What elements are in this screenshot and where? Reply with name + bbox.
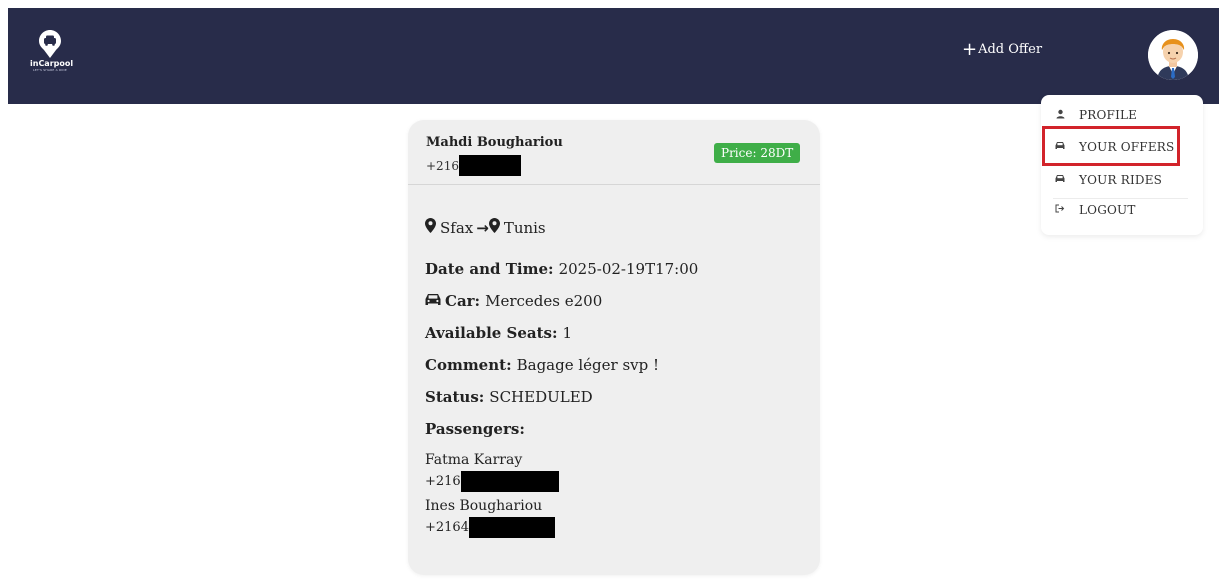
comment-row: Comment: Bagage léger svp ! <box>425 356 659 374</box>
driver-phone-prefix: +216 <box>426 158 459 173</box>
car-label: Car: <box>445 292 481 310</box>
status-label: Status: <box>425 388 485 406</box>
car-icon <box>1053 174 1067 186</box>
datetime-label: Date and Time: <box>425 260 554 278</box>
passenger-phone: +216 <box>425 471 559 492</box>
brand-name: inCarpool <box>30 59 74 68</box>
datetime-value: 2025-02-19T17:00 <box>558 260 699 278</box>
comment-label: Comment: <box>425 356 512 374</box>
passenger-name: Ines Boughariou <box>425 498 543 514</box>
datetime-row: Date and Time: 2025-02-19T17:00 <box>425 260 698 278</box>
passengers-heading: Passengers: <box>425 420 530 438</box>
price-badge[interactable]: Price: 28DT <box>714 143 801 163</box>
arrow-right-icon: → <box>476 218 489 237</box>
add-offer-link[interactable]: + Add Offer <box>962 38 1043 60</box>
redacted-block <box>468 517 555 538</box>
status-row: Status: SCHEDULED <box>425 388 593 406</box>
brand-logo[interactable]: inCarpool LET'S SHARE A RIDE <box>30 30 74 72</box>
card-divider <box>408 184 820 185</box>
status-value: SCHEDULED <box>489 388 593 406</box>
user-avatar[interactable] <box>1148 30 1198 80</box>
user-icon <box>1053 109 1067 122</box>
menu-item-label: PROFILE <box>1079 108 1138 122</box>
route-from: Sfax <box>440 218 474 237</box>
passenger-phone-prefix: +216 <box>425 474 461 489</box>
car-value: Mercedes e200 <box>485 292 603 310</box>
car-icon <box>425 292 441 310</box>
car-pin-logo-icon <box>39 30 61 58</box>
passengers-label: Passengers: <box>425 420 525 438</box>
menu-item-label: YOUR OFFERS <box>1079 140 1175 154</box>
menu-item-label: YOUR RIDES <box>1079 173 1163 187</box>
plus-icon: + <box>962 38 978 60</box>
menu-item-logout[interactable]: LOGOUT <box>1053 198 1136 222</box>
seats-row: Available Seats: 1 <box>425 324 572 342</box>
add-offer-label: Add Offer <box>978 42 1043 57</box>
avatar-icon <box>1148 30 1198 80</box>
redacted-block <box>460 471 559 492</box>
comment-value: Bagage léger svp ! <box>516 356 660 374</box>
menu-item-your-rides[interactable]: YOUR RIDES <box>1053 168 1162 192</box>
driver-phone: +216 <box>426 155 521 176</box>
map-pin-icon <box>425 218 436 237</box>
menu-item-profile[interactable]: PROFILE <box>1053 103 1137 127</box>
route-to: Tunis <box>503 218 546 237</box>
route-row: Sfax → Tunis <box>425 218 546 237</box>
brand-tagline: LET'S SHARE A RIDE <box>32 68 67 72</box>
logout-icon <box>1053 204 1067 216</box>
car-row: Car: Mercedes e200 <box>425 292 602 310</box>
passenger-name: Fatma Karray <box>425 452 523 468</box>
offer-card: Mahdi Boughariou +216 Price: 28DT Sfax →… <box>408 120 820 575</box>
map-pin-icon <box>488 218 500 237</box>
seats-label: Available Seats: <box>425 324 558 342</box>
menu-item-label: LOGOUT <box>1079 203 1136 217</box>
redacted-block <box>458 155 521 176</box>
top-navbar: inCarpool LET'S SHARE A RIDE + Add Offer <box>8 8 1219 104</box>
passenger-phone: +2164 <box>425 517 555 538</box>
car-icon <box>1053 141 1067 153</box>
driver-name: Mahdi Boughariou <box>426 135 563 150</box>
passenger-phone-prefix: +2164 <box>425 520 469 535</box>
menu-item-your-offers[interactable]: YOUR OFFERS <box>1053 135 1174 159</box>
seats-value: 1 <box>562 324 573 342</box>
